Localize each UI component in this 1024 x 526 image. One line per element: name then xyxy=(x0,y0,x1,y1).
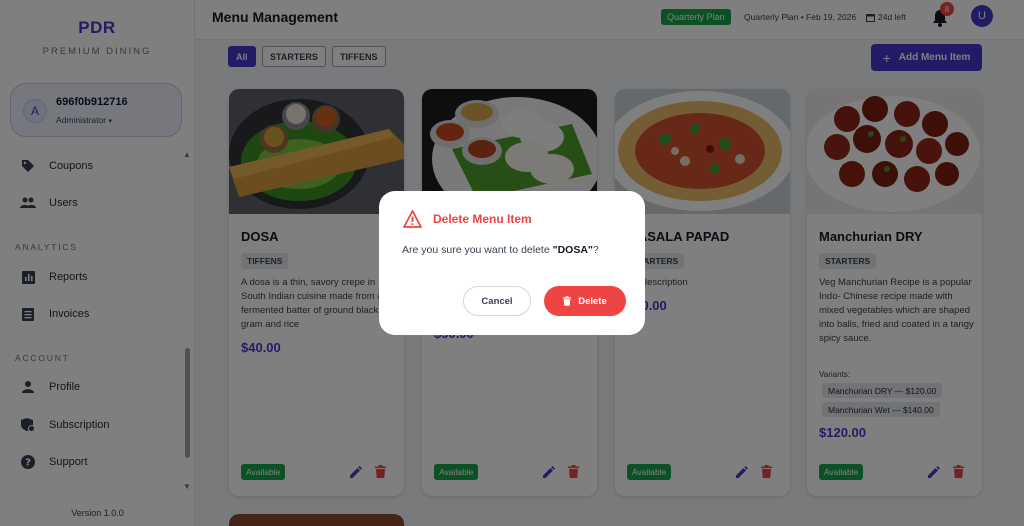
dialog-message: Are you sure you want to delete "DOSA"? xyxy=(402,244,599,256)
warning-icon xyxy=(403,210,422,228)
dialog-title: Delete Menu Item xyxy=(433,212,532,226)
delete-button[interactable]: Delete xyxy=(544,286,626,316)
trash-icon xyxy=(563,296,572,306)
delete-confirm-dialog: Delete Menu Item Are you sure you want t… xyxy=(379,191,645,335)
cancel-button[interactable]: Cancel xyxy=(463,286,531,316)
